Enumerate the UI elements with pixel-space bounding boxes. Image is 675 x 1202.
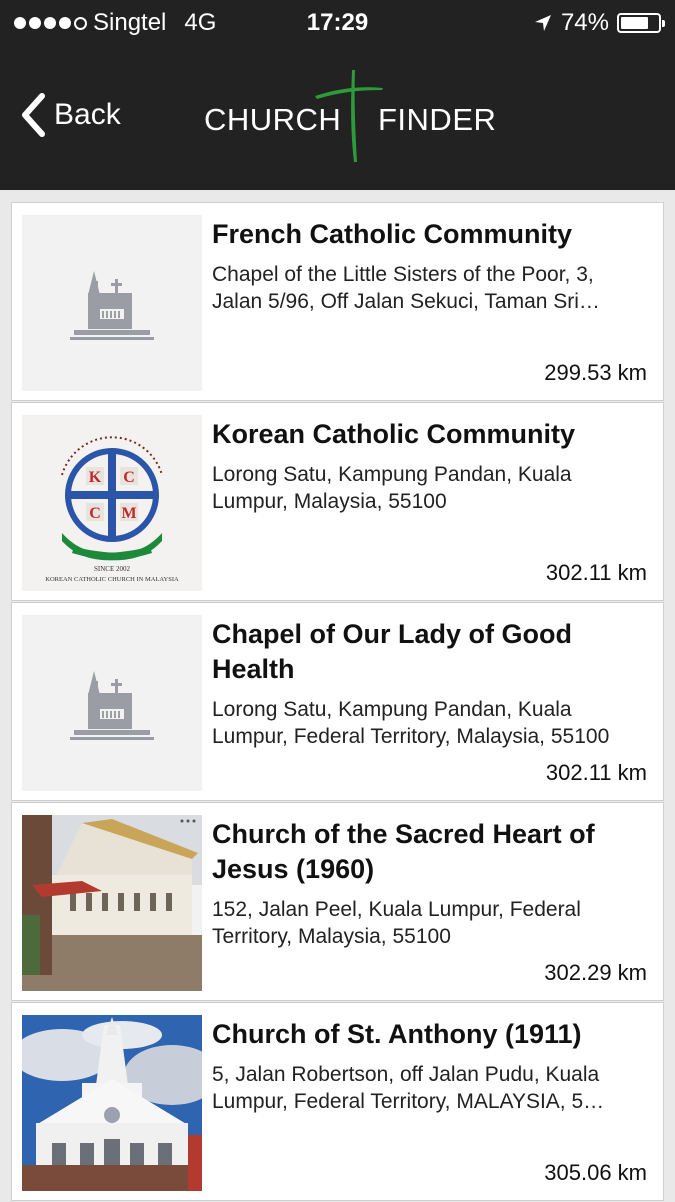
church-name: Church of the Sacred Heart of Jesus (196… — [212, 819, 595, 884]
list-item[interactable]: Church of the Sacred Heart of Jesus (196… — [11, 802, 664, 1001]
status-bar: Singtel 4G 17:29 74% — [0, 0, 675, 46]
kccm-letter-c2: C — [89, 505, 101, 522]
church-distance: 299.53 km — [544, 360, 647, 385]
church-distance: 305.06 km — [544, 1160, 647, 1185]
church-address: Lorong Satu, Kampung Pandan, Kuala Lumpu… — [212, 463, 572, 513]
church-distance: 302.11 km — [545, 760, 647, 785]
battery-icon — [617, 13, 665, 33]
church-name: Church of St. Anthony (1911) — [212, 1019, 582, 1049]
church-address: Chapel of the Little Sisters of the Poor… — [212, 263, 600, 313]
photo-sacred-heart — [22, 815, 202, 991]
church-distance: 302.11 km — [545, 560, 647, 585]
status-right: 74% — [533, 9, 665, 37]
placeholder-church-icon — [70, 271, 154, 340]
navigation-bar: Back CHURCH FINDER — [0, 46, 675, 190]
logo-word-church: CHURCH — [204, 102, 342, 137]
kccm-letter-c1: C — [123, 469, 135, 486]
list-item[interactable]: French Catholic Community Chapel of the … — [11, 202, 664, 401]
church-address: 152, Jalan Peel, Kuala Lumpur, Federal T… — [212, 898, 581, 948]
church-name: French Catholic Community — [212, 219, 573, 249]
church-name: Korean Catholic Community — [212, 419, 576, 449]
church-distance: 302.29 km — [544, 960, 647, 985]
church-thumbnail — [22, 215, 202, 391]
list-item[interactable]: Church of St. Anthony (1911) 5, Jalan Ro… — [11, 1002, 664, 1201]
kccm-logo: K C C M SINCE 2002 KOREAN CATHOLIC CHURC… — [45, 436, 179, 583]
list-item[interactable]: Chapel of Our Lady of Good Health Lorong… — [11, 602, 664, 801]
church-address: 5, Jalan Robertson, off Jalan Pudu, Kual… — [212, 1063, 605, 1113]
church-thumbnail — [22, 1015, 202, 1191]
list-item[interactable]: K C C M SINCE 2002 KOREAN CATHOLIC CHURC… — [11, 402, 664, 601]
location-arrow-icon — [534, 15, 551, 31]
kccm-caption: KOREAN CATHOLIC CHURCH IN MALAYSIA — [45, 576, 179, 583]
kccm-letter-k: K — [89, 469, 102, 486]
back-label: Back — [54, 98, 121, 131]
church-list: French Catholic Community Chapel of the … — [11, 202, 664, 1202]
photo-st-anthony — [22, 1015, 202, 1191]
church-thumbnail — [22, 815, 202, 991]
app-logo: CHURCH FINDER — [200, 68, 500, 168]
church-thumbnail — [22, 615, 202, 791]
back-button[interactable]: Back — [20, 90, 121, 140]
placeholder-church-icon — [70, 671, 154, 740]
kccm-letter-m: M — [121, 505, 136, 522]
kccm-since: SINCE 2002 — [94, 565, 130, 573]
chevron-left-icon — [22, 93, 45, 137]
church-name: Chapel of Our Lady of Good Health — [212, 619, 572, 684]
church-thumbnail: K C C M SINCE 2002 KOREAN CATHOLIC CHURC… — [22, 415, 202, 591]
battery-percent: 74% — [560, 9, 609, 36]
logo-word-finder: FINDER — [378, 102, 497, 137]
church-address: Lorong Satu, Kampung Pandan, Kuala Lumpu… — [212, 698, 610, 748]
